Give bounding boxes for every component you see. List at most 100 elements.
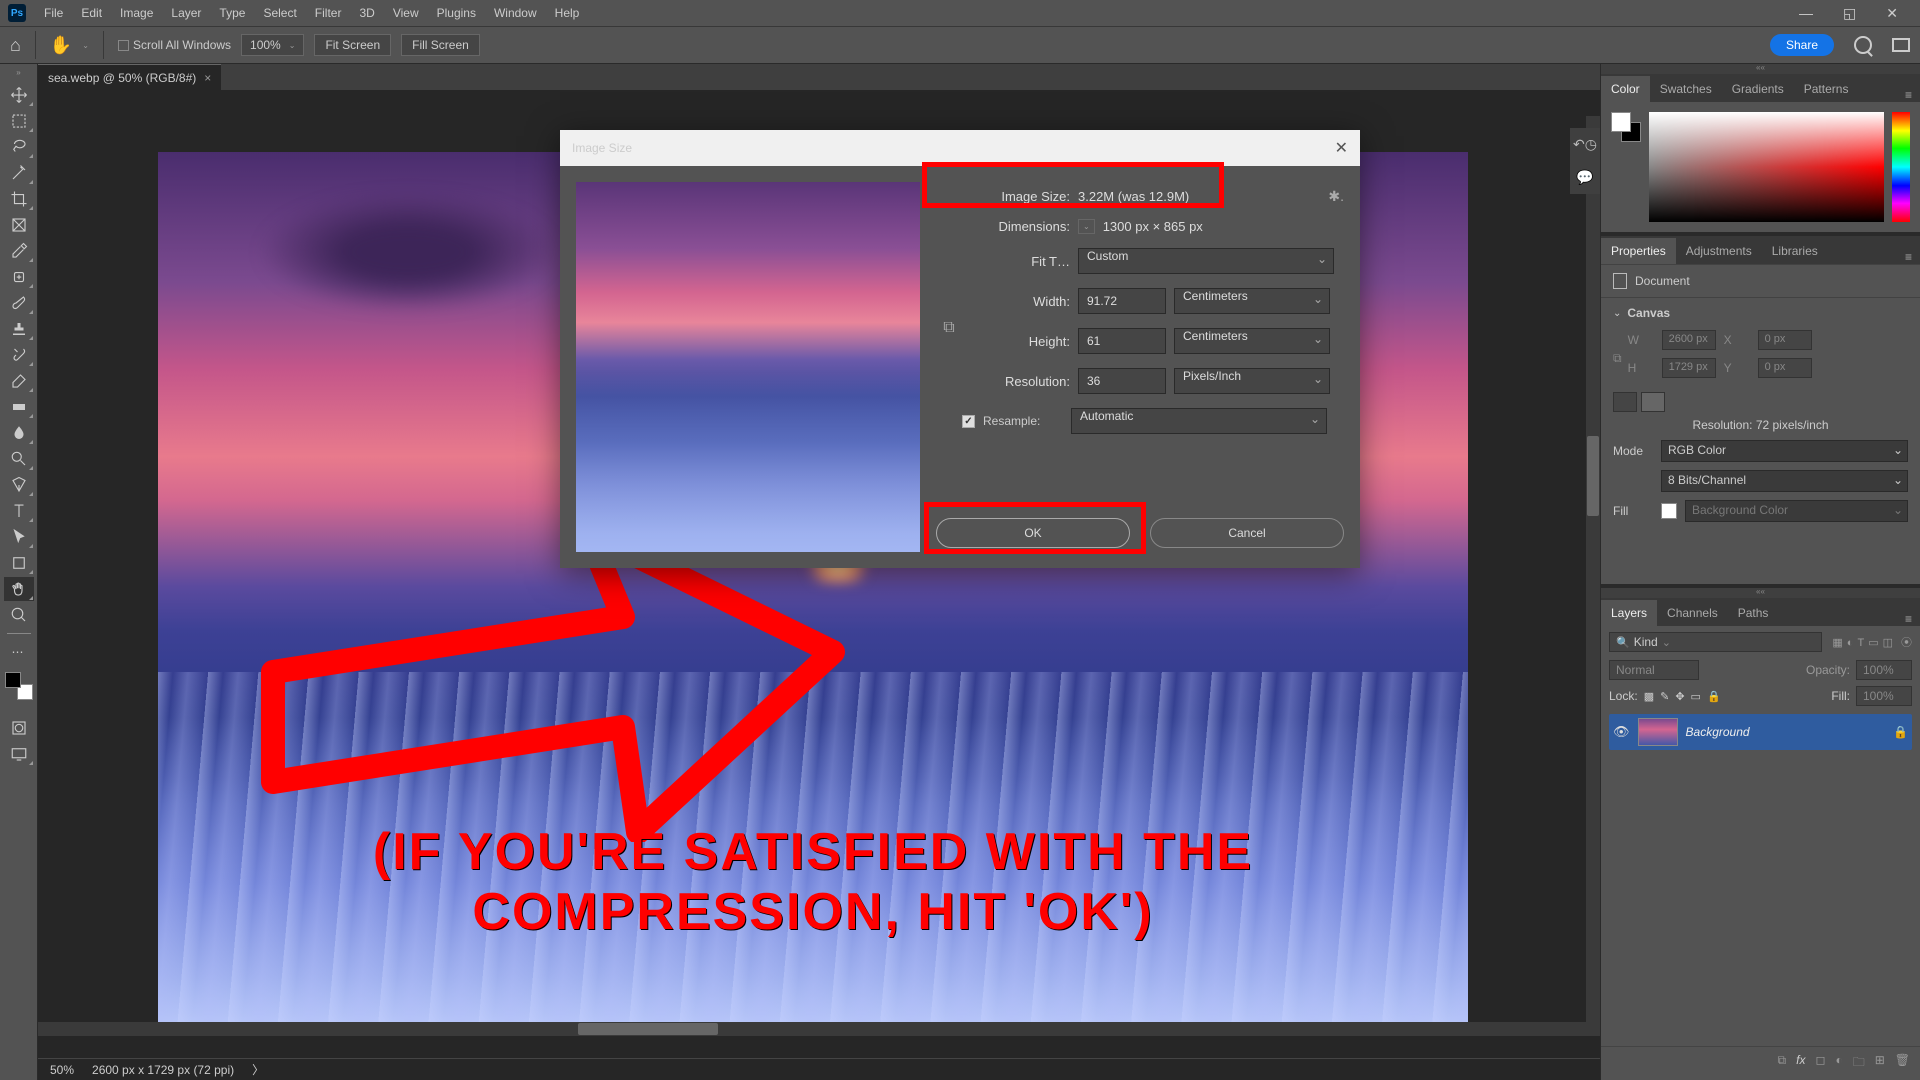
gear-icon[interactable]: ✱. [1328,188,1344,205]
workspace-icon[interactable] [1892,38,1910,52]
edit-toolbar-icon[interactable]: ⋯ [4,640,34,664]
width-unit-select[interactable]: Centimeters [1174,288,1330,314]
menu-help[interactable]: Help [547,2,588,24]
resample-checkbox[interactable]: ✓ [962,415,975,428]
panel-menu-icon[interactable]: ≡ [1897,612,1920,626]
tab-patterns[interactable]: Patterns [1794,76,1859,102]
fill-opacity-input[interactable]: 100% [1856,686,1912,706]
search-icon[interactable] [1854,36,1872,54]
orientation-landscape-button[interactable] [1641,392,1665,412]
color-swatch-stack[interactable] [1611,112,1641,142]
heal-tool[interactable] [4,265,34,289]
fit-screen-button[interactable]: Fit Screen [314,34,391,56]
tab-color[interactable]: Color [1601,76,1650,102]
share-button[interactable]: Share [1770,34,1834,56]
layer-group-icon[interactable]: 🗀 [1853,1053,1865,1074]
panel-grip-icon[interactable]: «« [1601,588,1920,598]
status-arrow-icon[interactable]: 〉 [252,1061,264,1078]
history-panel-icon[interactable]: ↶◷ [1573,136,1597,153]
tab-close-icon[interactable]: × [204,71,211,85]
lock-brush-icon[interactable]: ✎ [1660,690,1669,703]
orientation-portrait-button[interactable] [1613,392,1637,412]
menu-plugins[interactable]: Plugins [429,2,484,24]
resample-select[interactable]: Automatic [1071,408,1327,434]
menu-view[interactable]: View [385,2,427,24]
layer-mask-icon[interactable]: ◻ [1815,1053,1825,1074]
chevron-down-icon[interactable]: ⌄ [1613,308,1621,319]
dialog-titlebar[interactable]: Image Size ✕ [560,130,1360,166]
shape-tool[interactable] [4,551,34,575]
width-input[interactable] [1078,288,1166,314]
hand-tool[interactable] [4,577,34,601]
menu-window[interactable]: Window [486,2,545,24]
panel-menu-icon[interactable]: ≡ [1897,88,1920,102]
comments-panel-icon[interactable]: 💬 [1576,169,1593,186]
fg-swatch[interactable] [1611,112,1631,132]
dialog-close-icon[interactable]: ✕ [1335,138,1348,158]
layer-fx-icon[interactable]: fx [1796,1053,1805,1074]
document-tab[interactable]: sea.webp @ 50% (RGB/8#) × [38,64,221,90]
layer-thumbnail[interactable] [1638,718,1678,746]
eraser-tool[interactable] [4,369,34,393]
link-layers-icon[interactable]: ⧉ [1778,1053,1787,1074]
dodge-tool[interactable] [4,447,34,471]
zoom-input[interactable]: 100%⌄ [241,34,304,56]
pen-tool[interactable] [4,473,34,497]
delete-layer-icon[interactable]: 🗑 [1895,1053,1910,1074]
lock-artboard-icon[interactable]: ▭ [1691,690,1701,703]
bit-depth-select[interactable]: 8 Bits/Channel [1661,470,1908,492]
fill-select[interactable]: Background Color [1685,500,1908,522]
tab-paths[interactable]: Paths [1728,600,1779,626]
tab-libraries[interactable]: Libraries [1762,238,1828,264]
menu-type[interactable]: Type [211,2,253,24]
link-wh-icon[interactable]: ⧉ [943,319,954,337]
opacity-input[interactable]: 100% [1856,660,1912,680]
canvas-height-input[interactable]: 1729 px [1662,358,1716,378]
height-input[interactable] [1078,328,1166,354]
blur-tool[interactable] [4,421,34,445]
menu-filter[interactable]: Filter [307,2,350,24]
cancel-button[interactable]: Cancel [1150,518,1344,548]
canvas-x-input[interactable]: 0 px [1758,330,1812,350]
tab-swatches[interactable]: Swatches [1650,76,1722,102]
panel-grip-icon[interactable]: «« [1601,64,1920,74]
menu-file[interactable]: File [36,2,71,24]
color-field[interactable] [1649,112,1884,222]
adjustment-layer-icon[interactable]: ◐ [1835,1053,1842,1074]
history-brush-tool[interactable] [4,343,34,367]
tab-gradients[interactable]: Gradients [1722,76,1794,102]
panel-menu-icon[interactable]: ≡ [1897,250,1920,264]
status-zoom[interactable]: 50% [50,1063,74,1077]
lock-pixels-icon[interactable]: ▩ [1644,690,1654,703]
chevron-down-icon[interactable]: ⌄ [1078,219,1095,234]
stamp-tool[interactable] [4,317,34,341]
color-mode-select[interactable]: RGB Color [1661,440,1908,462]
scroll-all-checkbox[interactable]: Scroll All Windows [118,38,231,52]
visibility-icon[interactable]: 👁 [1613,724,1630,740]
foreground-background-colors[interactable] [5,672,33,700]
blend-mode-select[interactable]: Normal [1609,660,1699,680]
marquee-tool[interactable] [4,109,34,133]
screenmode-icon[interactable] [4,742,34,766]
menu-select[interactable]: Select [255,2,304,24]
menu-edit[interactable]: Edit [73,2,110,24]
tab-adjustments[interactable]: Adjustments [1676,238,1762,264]
tab-properties[interactable]: Properties [1601,238,1676,264]
brush-tool[interactable] [4,291,34,315]
path-select-tool[interactable] [4,525,34,549]
tab-layers[interactable]: Layers [1601,600,1657,626]
wand-tool[interactable] [4,161,34,185]
zoom-tool[interactable] [4,603,34,627]
menu-image[interactable]: Image [112,2,161,24]
link-dims-icon[interactable]: ⧉ [1613,351,1622,366]
vertical-scrollbar[interactable] [1586,116,1600,1036]
lock-indicator-icon[interactable]: 🔒 [1893,725,1908,739]
menu-3d[interactable]: 3D [351,2,382,24]
minimize-icon[interactable]: — [1791,1,1821,26]
type-tool[interactable] [4,499,34,523]
close-icon[interactable]: ✕ [1878,1,1906,26]
hand-tool-icon[interactable]: ✋ [50,35,72,56]
fill-screen-button[interactable]: Fill Screen [401,34,480,56]
eyedropper-tool[interactable] [4,239,34,263]
resolution-input[interactable] [1078,368,1166,394]
